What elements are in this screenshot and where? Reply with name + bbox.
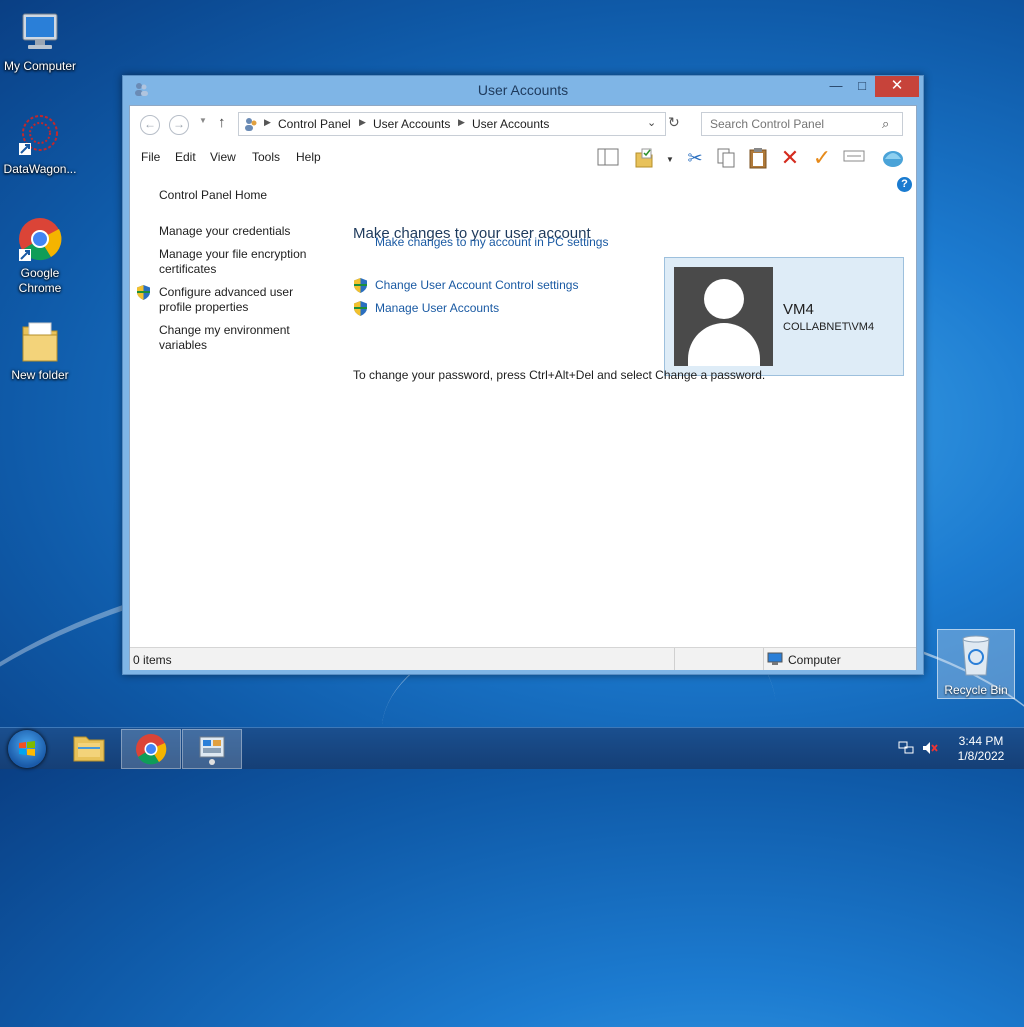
cut-icon[interactable]: ✂ (684, 147, 706, 169)
menu-help[interactable]: Help (296, 150, 321, 164)
refresh-icon[interactable]: ↻ (668, 114, 680, 131)
windows-logo-icon (19, 741, 35, 756)
status-item-count: 0 items (133, 653, 172, 667)
preview-pane-icon[interactable] (597, 147, 619, 169)
up-button[interactable]: ↑ (218, 114, 226, 131)
taskbar-control-panel[interactable] (182, 729, 242, 769)
link-file-encryption-certificates[interactable]: Manage your file encryption certificates (159, 247, 319, 277)
control-panel-icon (199, 736, 225, 765)
user-accounts-window: User Accounts — □ ✕ ← → ▼ ↑ ▶ Control Pa… (122, 75, 924, 675)
paste-icon[interactable] (747, 147, 769, 169)
menu-edit[interactable]: Edit (175, 150, 196, 164)
datawagon-icon (17, 113, 63, 159)
user-domain: COLLABNET\VM4 (783, 321, 875, 333)
breadcrumb-user-accounts-current[interactable]: User Accounts (472, 117, 549, 131)
search-box[interactable]: ⌕ (701, 112, 903, 136)
window-client: ← → ▼ ↑ ▶ Control Panel ▶ User Accounts … (129, 105, 917, 670)
help-icon[interactable]: ? (897, 177, 912, 192)
address-toolbar: ← → ▼ ↑ ▶ Control Panel ▶ User Accounts … (130, 106, 916, 142)
recycle-bin-icon (957, 633, 995, 677)
volume-muted-icon[interactable] (922, 741, 938, 755)
close-button[interactable]: ✕ (875, 76, 919, 97)
shell-icon[interactable] (882, 147, 904, 169)
clock-time: 3:44 PM (958, 734, 1004, 748)
desktop-icon-label: My Computer (3, 59, 77, 73)
folder-options-dropdown-icon[interactable]: ▼ (666, 155, 674, 164)
status-bar: 0 items Computer (130, 647, 916, 670)
desktop-icon-google-chrome[interactable]: Google Chrome (0, 217, 80, 296)
computer-icon (17, 10, 63, 56)
minimize-button[interactable]: — (823, 76, 849, 97)
title-bar[interactable]: User Accounts — □ ✕ (123, 76, 923, 104)
desktop-icon-datawagon[interactable]: DataWagon... (0, 113, 80, 177)
password-note: To change your password, press Ctrl+Alt+… (353, 368, 766, 382)
desktop-icon-label: DataWagon... (3, 162, 77, 176)
computer-icon (767, 652, 783, 666)
maximize-button[interactable]: □ (849, 76, 875, 97)
link-advanced-user-profile-properties[interactable]: Configure advanced user profile properti… (159, 285, 319, 315)
desktop-icon-recycle-bin[interactable]: Recycle Bin (937, 629, 1015, 699)
chevron-right-icon: ▶ (458, 117, 465, 127)
user-name: VM4 (783, 301, 814, 318)
link-manage-user-accounts[interactable]: Manage User Accounts (375, 301, 499, 315)
taskbar-google-chrome[interactable] (121, 729, 181, 769)
chevron-right-icon: ▶ (359, 117, 366, 127)
forward-button[interactable]: → (169, 115, 189, 135)
taskbar: 3:44 PM 1/8/2022 (0, 727, 1024, 769)
uac-shield-icon (354, 301, 367, 316)
start-button[interactable] (8, 730, 46, 768)
breadcrumb-user-accounts[interactable]: User Accounts (373, 117, 450, 131)
folder-options-icon[interactable] (633, 147, 655, 169)
recent-pages-chevron-icon[interactable]: ▼ (199, 116, 207, 125)
delete-icon[interactable]: ✕ (779, 147, 801, 169)
chevron-right-icon: ▶ (264, 117, 271, 127)
address-dropdown-chevron-icon[interactable]: ⌄ (647, 116, 656, 129)
desktop-icon-label: Recycle Bin (944, 683, 1008, 697)
network-icon[interactable] (898, 741, 914, 755)
address-field[interactable]: ▶ Control Panel ▶ User Accounts ▶ User A… (238, 112, 666, 136)
desktop-icon-my-computer[interactable]: My Computer (0, 10, 80, 74)
user-account-tile: VM4 COLLABNET\VM4 (664, 257, 904, 376)
uac-shield-icon (137, 285, 150, 300)
rename-icon[interactable] (843, 147, 865, 169)
copy-icon[interactable] (715, 147, 737, 169)
search-icon[interactable]: ⌕ (882, 116, 889, 132)
folder-icon (17, 319, 63, 365)
search-input[interactable] (708, 116, 882, 132)
link-environment-variables[interactable]: Change my environment variables (159, 323, 319, 353)
status-location: Computer (788, 653, 841, 667)
chrome-icon (136, 734, 167, 765)
desktop-icon-label: Google Chrome (18, 266, 62, 295)
menu-view[interactable]: View (210, 150, 236, 164)
chrome-icon (17, 217, 63, 263)
uac-shield-icon (354, 278, 367, 293)
folder-icon (73, 736, 105, 762)
desktop-icon-label: New folder (11, 368, 69, 382)
menu-bar: File Edit View Tools Help ▼ ✂ ✕ ✓ (130, 142, 916, 172)
taskbar-clock[interactable]: 3:44 PM 1/8/2022 (948, 734, 1014, 764)
menu-file[interactable]: File (141, 150, 160, 164)
link-manage-credentials[interactable]: Manage your credentials (159, 224, 319, 239)
taskbar-file-explorer[interactable] (60, 729, 118, 767)
control-panel-icon (243, 116, 259, 132)
avatar (674, 267, 773, 366)
link-uac-settings[interactable]: Change User Account Control settings (375, 278, 578, 292)
window-title: User Accounts (477, 82, 569, 98)
clock-date: 1/8/2022 (957, 749, 1005, 763)
breadcrumb-control-panel[interactable]: Control Panel (278, 117, 351, 131)
back-button[interactable]: ← (140, 115, 160, 135)
properties-check-icon[interactable]: ✓ (811, 147, 833, 169)
desktop-icon-new-folder[interactable]: New folder (0, 319, 80, 383)
link-pc-settings[interactable]: Make changes to my account in PC setting… (375, 235, 608, 249)
menu-tools[interactable]: Tools (252, 150, 280, 164)
link-control-panel-home[interactable]: Control Panel Home (159, 188, 319, 203)
